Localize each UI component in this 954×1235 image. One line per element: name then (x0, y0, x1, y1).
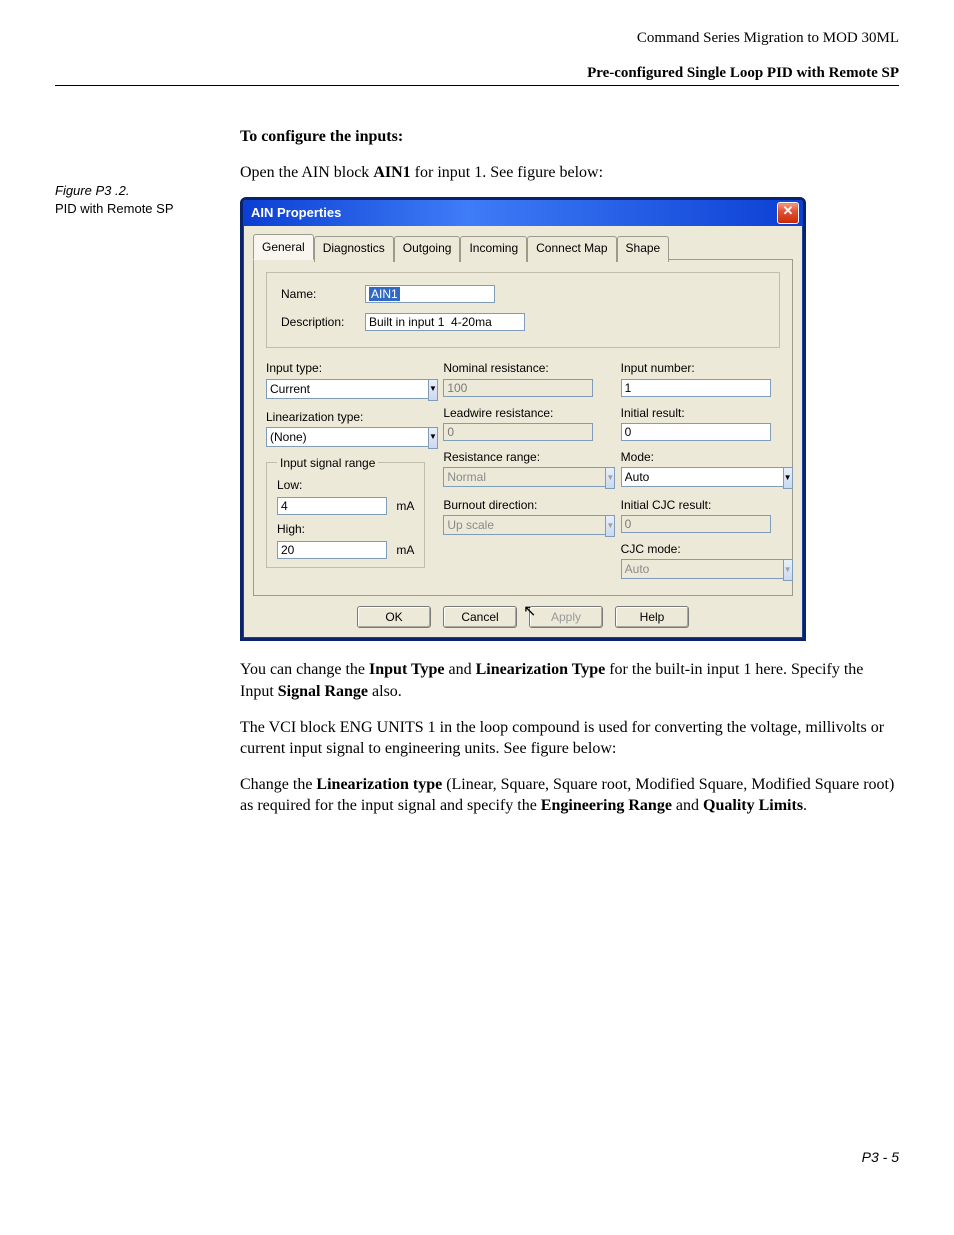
tab-outgoing[interactable]: Outgoing (394, 236, 461, 262)
low-field[interactable] (277, 497, 387, 515)
input-type-label: Input type: (266, 360, 425, 376)
chevron-down-icon[interactable]: ▼ (783, 467, 793, 489)
tab-shape[interactable]: Shape (617, 236, 670, 262)
initial-cjc-result-label: Initial CJC result: (621, 497, 780, 513)
close-button[interactable]: ✕ (777, 202, 799, 224)
high-field[interactable] (277, 541, 387, 559)
description-field[interactable] (365, 313, 525, 331)
page-number: P3 - 5 (862, 1149, 899, 1165)
paragraph: The VCI block ENG UNITS 1 in the loop co… (240, 717, 899, 760)
subsection-heading: To configure the inputs: (240, 126, 899, 148)
initial-result-field[interactable] (621, 423, 771, 441)
column-resistance: Nominal resistance: Leadwire resistance:… (443, 360, 602, 581)
linearization-type-label: Linearization type: (266, 409, 425, 425)
ok-button[interactable]: OK (357, 606, 431, 628)
column-input: Input type: ▼ Linearization type: ▼ (266, 360, 425, 581)
chevron-down-icon[interactable]: ▼ (428, 427, 438, 449)
chevron-down-icon: ▼ (605, 467, 615, 489)
cjc-mode-label: CJC mode: (621, 541, 780, 557)
chevron-down-icon[interactable]: ▼ (428, 379, 438, 401)
tab-connect-map[interactable]: Connect Map (527, 236, 616, 262)
low-unit: mA (396, 498, 414, 514)
nominal-resistance-label: Nominal resistance: (443, 360, 602, 376)
resistance-range-label: Resistance range: (443, 449, 602, 465)
paragraph: You can change the Input Type and Linear… (240, 659, 899, 702)
chevron-down-icon: ▼ (783, 559, 793, 581)
leadwire-resistance-label: Leadwire resistance: (443, 405, 602, 421)
mode-combo[interactable]: ▼ (621, 467, 771, 489)
chevron-down-icon: ▼ (605, 515, 615, 537)
high-label: High: (277, 521, 414, 537)
tab-general[interactable]: General (253, 234, 314, 260)
running-header: Command Series Migration to MOD 30ML (55, 30, 899, 47)
help-button[interactable]: Help (615, 606, 689, 628)
paragraph: Change the Linearization type (Linear, S… (240, 774, 899, 817)
burnout-direction-combo: ▼ (443, 515, 593, 537)
figure-caption: PID with Remote SP (55, 200, 240, 218)
titlebar[interactable]: AIN Properties ✕ (243, 200, 803, 226)
apply-button[interactable]: Apply (529, 606, 603, 628)
initial-cjc-result-field (621, 515, 771, 533)
resistance-range-combo: ▼ (443, 467, 593, 489)
input-signal-range-group: Input signal range Low: mA High: (266, 455, 425, 569)
window-title: AIN Properties (251, 204, 341, 222)
description-label: Description: (281, 314, 359, 330)
column-misc: Input number: Initial result: Mode: ▼ In… (621, 360, 780, 581)
name-label: Name: (281, 286, 359, 302)
tab-diagnostics[interactable]: Diagnostics (314, 236, 394, 262)
tab-incoming[interactable]: Incoming (460, 236, 527, 262)
section-header: Pre-configured Single Loop PID with Remo… (55, 65, 899, 86)
burnout-direction-label: Burnout direction: (443, 497, 602, 513)
cjc-mode-combo: ▼ (621, 559, 771, 581)
leadwire-resistance-field (443, 423, 593, 441)
paragraph: Open the AIN block AIN1 for input 1. See… (240, 162, 899, 184)
input-signal-range-legend: Input signal range (277, 455, 378, 471)
cancel-button[interactable]: Cancel (443, 606, 517, 628)
high-unit: mA (396, 542, 414, 558)
tab-strip: General Diagnostics Outgoing Incoming Co… (253, 234, 793, 260)
mode-label: Mode: (621, 449, 780, 465)
name-field[interactable]: AIN1 (365, 285, 495, 303)
initial-result-label: Initial result: (621, 405, 780, 421)
linearization-type-combo[interactable]: ▼ (266, 427, 416, 449)
figure-label: Figure P3 .2. (55, 182, 240, 200)
figure-caption-block: Figure P3 .2. PID with Remote SP (55, 126, 240, 831)
input-number-field[interactable] (621, 379, 771, 397)
nominal-resistance-field (443, 379, 593, 397)
low-label: Low: (277, 477, 414, 493)
ain-properties-dialog: AIN Properties ✕ General Diagnostics Out… (240, 197, 806, 641)
input-type-combo[interactable]: ▼ (266, 379, 416, 401)
input-number-label: Input number: (621, 360, 780, 376)
